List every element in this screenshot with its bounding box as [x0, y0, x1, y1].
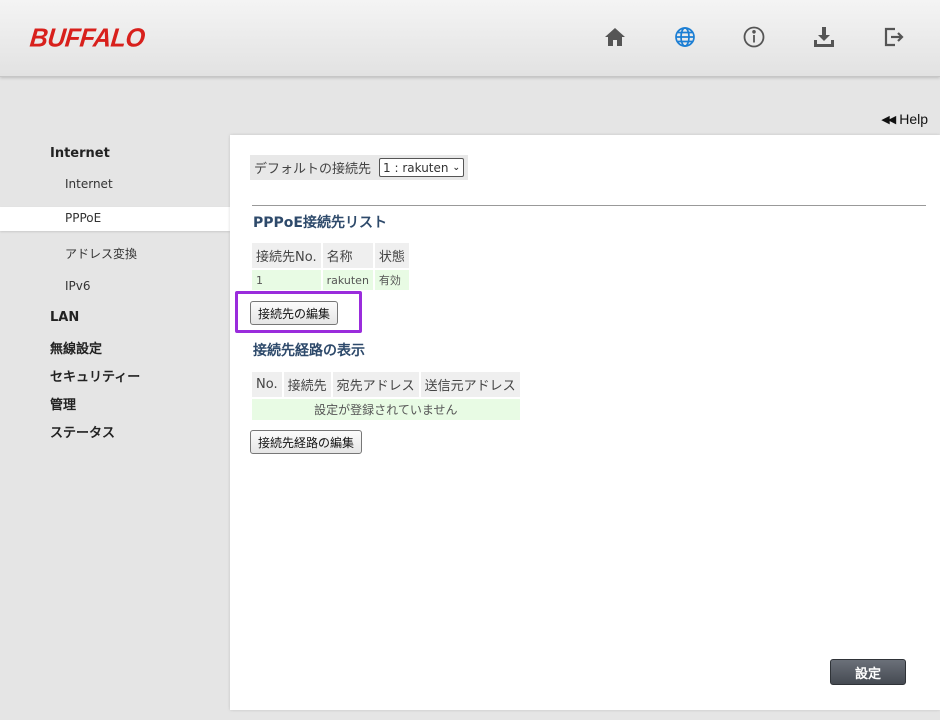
table-cell: 1 — [252, 270, 321, 290]
default-connection-value: 1 : rakuten — [383, 160, 449, 175]
table-header: 送信元アドレス — [420, 372, 520, 397]
table-header: 接続先No. — [252, 243, 321, 268]
logout-icon[interactable] — [880, 22, 908, 52]
help-label: Help — [899, 111, 928, 127]
pppoe-table: 接続先No. 名称 状態 1 rakuten 有効 — [250, 241, 411, 292]
table-header-row: 接続先No. 名称 状態 — [252, 243, 409, 268]
sidebar-section-lan[interactable]: LAN — [50, 310, 79, 325]
sidebar-active-highlight — [0, 207, 230, 231]
home-icon[interactable] — [601, 22, 629, 52]
globe-icon[interactable] — [671, 22, 699, 52]
table-cell: rakuten — [322, 270, 373, 290]
sidebar-item-internet[interactable]: Internet — [65, 177, 113, 191]
sidebar-section-internet[interactable]: Internet — [50, 146, 110, 161]
double-left-arrow-icon: ◀◀ — [881, 113, 896, 126]
default-connection-row: デフォルトの接続先 1 : rakuten ⌄ — [250, 155, 469, 180]
table-row: 1 rakuten 有効 — [252, 270, 409, 290]
download-icon[interactable] — [810, 22, 838, 52]
sidebar-item-address-translation[interactable]: アドレス変換 — [65, 245, 137, 262]
edit-route-button[interactable]: 接続先経路の編集 — [250, 430, 363, 454]
table-header: 宛先アドレス — [332, 372, 419, 397]
sidebar-section-security[interactable]: セキュリティー — [50, 366, 140, 385]
save-button[interactable]: 設定 — [830, 659, 906, 685]
table-header: No. — [252, 372, 282, 397]
buffalo-logo[interactable]: BUFFALO — [28, 23, 147, 53]
route-title: 接続先経路の表示 — [253, 343, 365, 359]
default-connection-label: デフォルトの接続先 — [254, 162, 372, 177]
pppoe-list-title: PPPoE接続先リスト — [253, 215, 387, 231]
table-header-row: No. 接続先 宛先アドレス 送信元アドレス — [252, 372, 520, 397]
table-row: 設定が登録されていません — [252, 399, 520, 420]
info-icon[interactable] — [740, 22, 768, 52]
table-header: 状態 — [374, 243, 409, 268]
route-table: No. 接続先 宛先アドレス 送信元アドレス 設定が登録されていません — [250, 370, 522, 422]
edit-connection-button[interactable]: 接続先の編集 — [250, 301, 339, 325]
sidebar-section-status[interactable]: ステータス — [50, 422, 115, 441]
sidebar-section-admin[interactable]: 管理 — [50, 394, 76, 413]
divider — [252, 205, 926, 206]
chevron-down-icon: ⌄ — [452, 162, 461, 173]
sidebar-section-wireless[interactable]: 無線設定 — [50, 338, 102, 357]
sidebar-item-ipv6[interactable]: IPv6 — [65, 279, 91, 293]
sidebar-item-pppoe[interactable]: PPPoE — [65, 211, 101, 225]
header-bar: BUFFALO — [0, 0, 940, 77]
table-header: 名称 — [322, 243, 373, 268]
table-header: 接続先 — [283, 372, 331, 397]
empty-message: 設定が登録されていません — [252, 399, 520, 420]
help-toggle[interactable]: ◀◀ Help — [881, 111, 928, 127]
default-connection-select[interactable]: 1 : rakuten ⌄ — [379, 158, 465, 177]
table-cell: 有効 — [374, 270, 409, 290]
main-panel: デフォルトの接続先 1 : rakuten ⌄ PPPoE接続先リスト 接続先N… — [230, 135, 940, 710]
